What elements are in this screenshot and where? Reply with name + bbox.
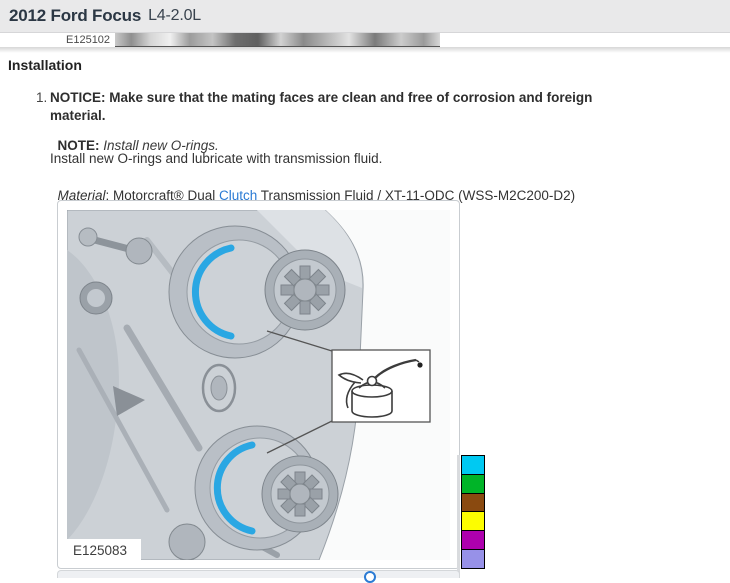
transmission-illustration: E125083 <box>67 210 450 560</box>
palette-swatch-yellow[interactable] <box>461 511 485 532</box>
section-heading: Installation <box>8 57 82 73</box>
step-number: 1. <box>36 90 48 105</box>
color-palette <box>461 455 485 570</box>
palette-swatch-magenta[interactable] <box>461 530 485 551</box>
palette-swatch-brown[interactable] <box>461 492 485 513</box>
header-shadow <box>0 47 730 53</box>
figure-label: E125083 <box>73 543 127 558</box>
oil-can-inset <box>331 349 431 423</box>
figure-label-group: E125083 <box>67 539 141 560</box>
figure-e125083: E125083 <box>57 200 460 569</box>
previous-figure-remnant: E125102 <box>60 33 440 47</box>
vehicle-header: 2012 Ford Focus L4-2.0L <box>0 0 730 33</box>
palette-swatch-periwinkle[interactable] <box>461 548 485 570</box>
palette-divider <box>457 455 460 577</box>
palette-swatch-cyan[interactable] <box>461 455 485 476</box>
previous-figure-image <box>115 33 440 47</box>
vehicle-title: 2012 Ford Focus <box>9 6 142 25</box>
instruction-text: Install new O-rings and lubricate with t… <box>50 151 383 166</box>
palette-swatch-green[interactable] <box>461 473 485 495</box>
vehicle-engine: L4-2.0L <box>148 7 201 24</box>
figure-zoom-icon[interactable] <box>364 571 376 583</box>
previous-figure-label: E125102 <box>60 33 116 47</box>
